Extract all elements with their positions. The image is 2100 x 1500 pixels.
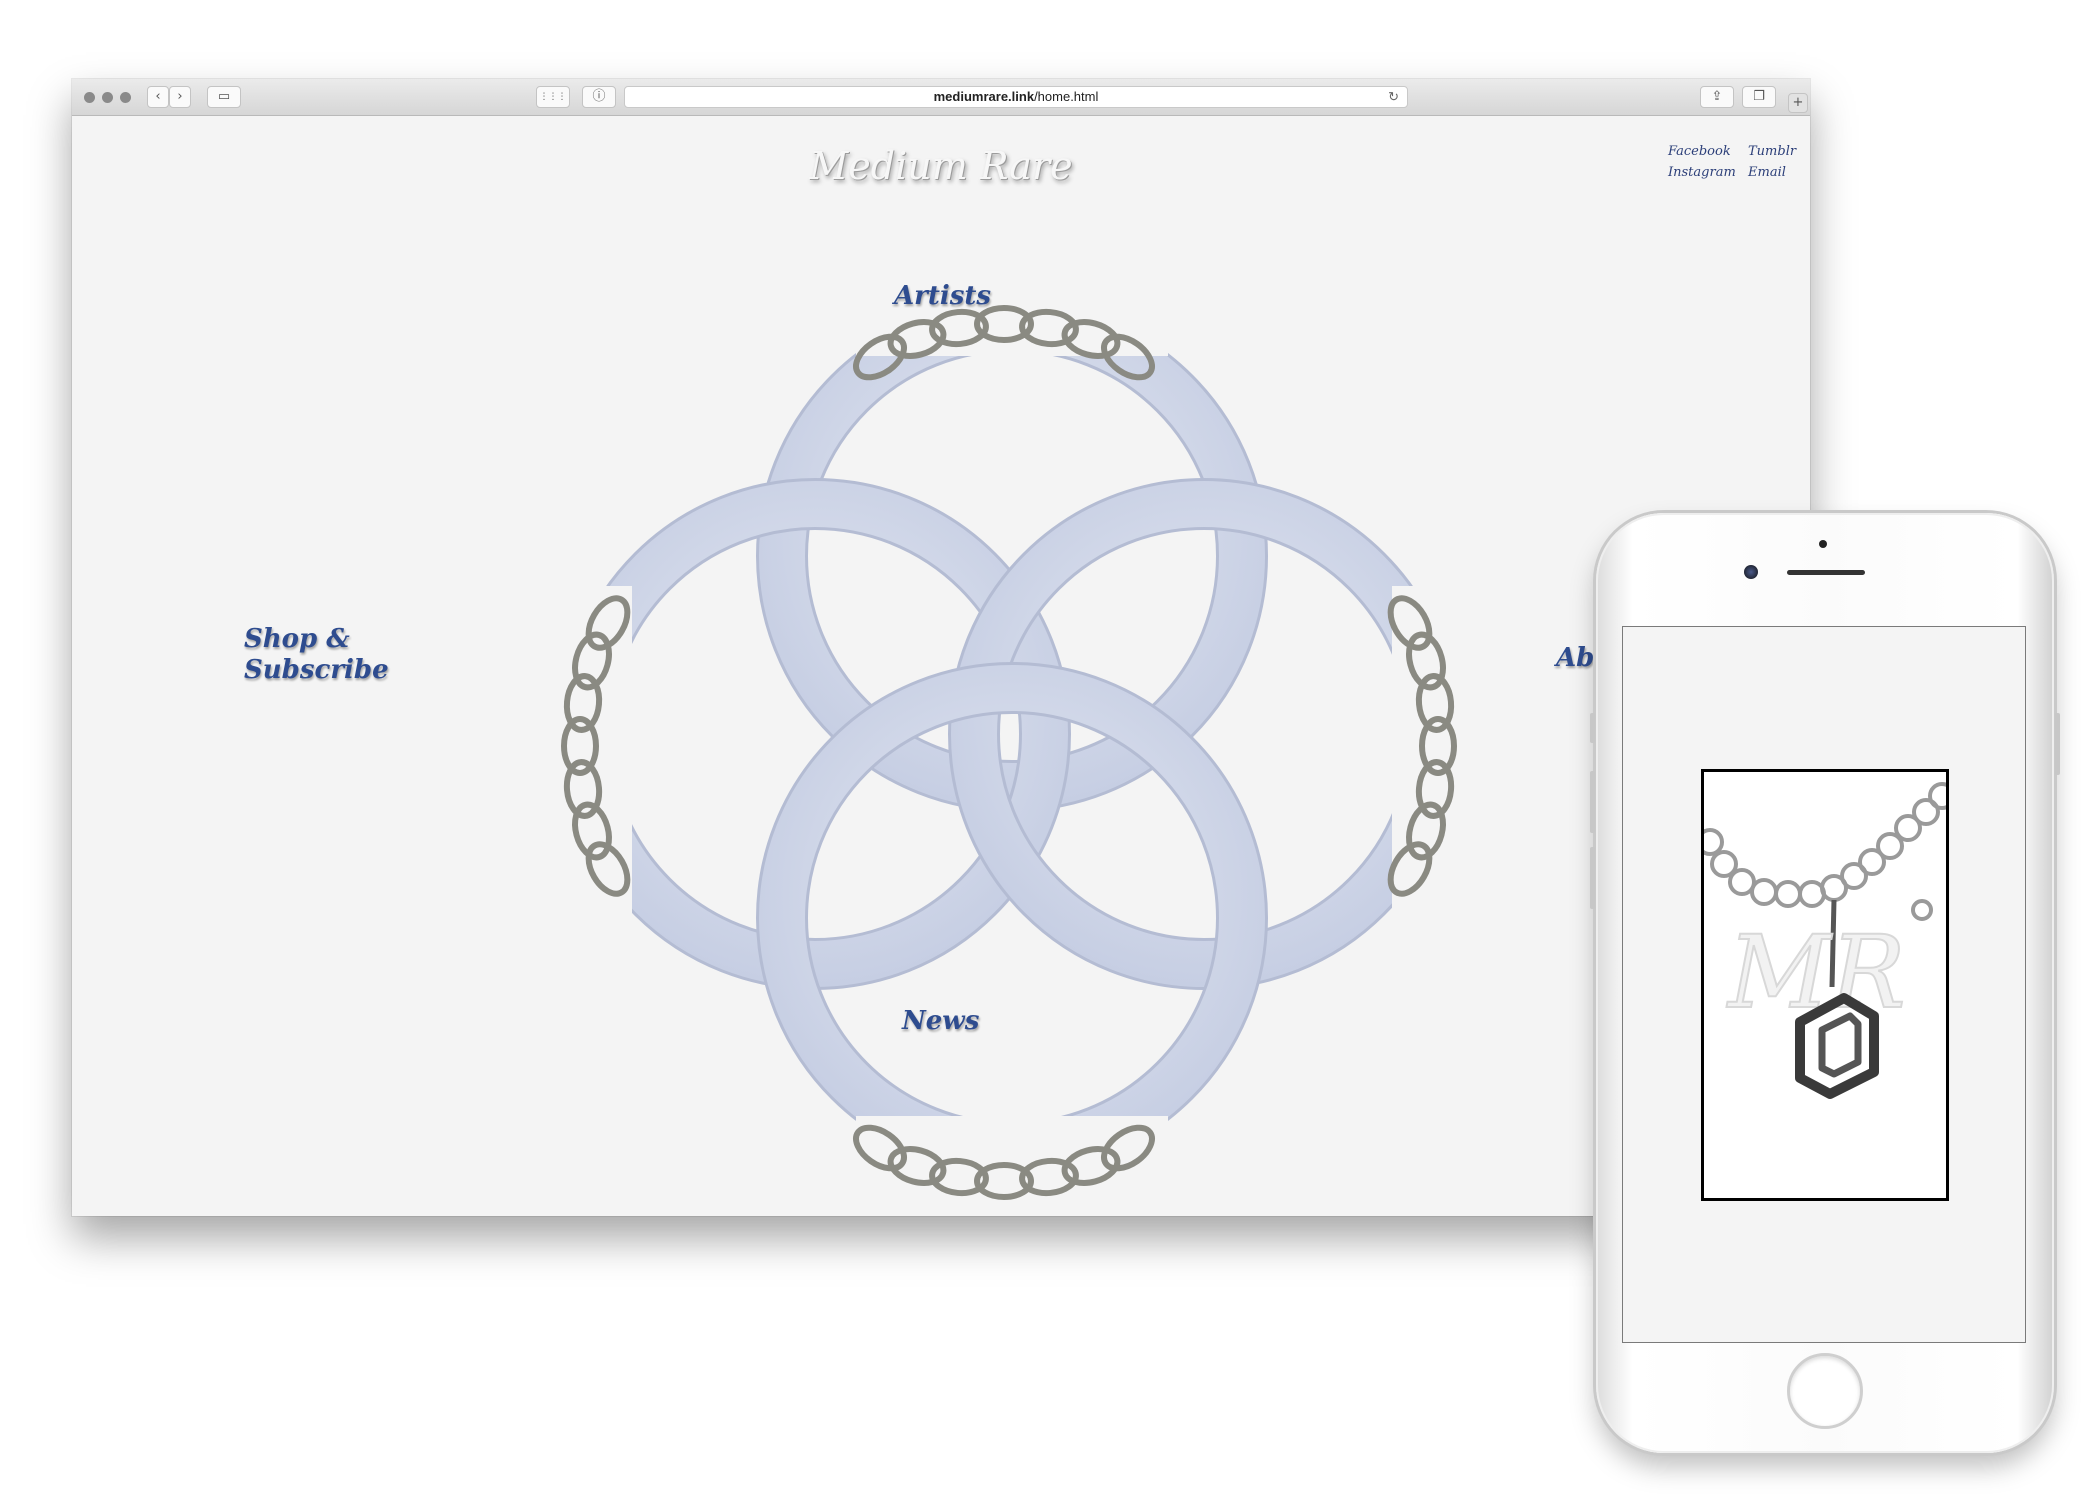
new-tab-button[interactable]: +	[1788, 93, 1808, 113]
scene: ‹ › ▭ ⋮⋮⋮ ⓘ mediumrare.link/home.html ↻ …	[0, 0, 2100, 1500]
chains	[561, 305, 1457, 1200]
minimize-window-button[interactable]	[102, 92, 113, 103]
back-button[interactable]: ‹	[147, 86, 169, 108]
nav-about[interactable]: Ab	[1556, 643, 1594, 673]
phone-device: MR	[1590, 513, 2060, 1453]
address-bar[interactable]: mediumrare.link/home.html ↻	[624, 86, 1408, 108]
power-button	[2055, 713, 2060, 775]
nav-news[interactable]: News	[902, 1006, 979, 1036]
tabs-icon: ❐	[1753, 89, 1765, 104]
chain-gaps	[552, 286, 1472, 1196]
browser-toolbar: ‹ › ▭ ⋮⋮⋮ ⓘ mediumrare.link/home.html ↻ …	[72, 79, 1810, 116]
volume-up-button	[1590, 771, 1595, 833]
url-host: mediumrare.link	[933, 89, 1035, 104]
tumblr-link[interactable]: Tumblr	[1748, 144, 1796, 159]
chevron-left-icon: ‹	[155, 89, 161, 104]
zoom-window-button[interactable]	[120, 92, 131, 103]
page-viewport: Medium Rare Facebook Tumblr Instagram Em…	[72, 116, 1810, 1216]
ring-top-face	[759, 303, 1265, 809]
earpiece-speaker	[1787, 570, 1865, 575]
home-button[interactable]	[1787, 1353, 1863, 1429]
chain-link	[1704, 828, 1724, 856]
share-button[interactable]: ⇪	[1700, 86, 1734, 108]
sidebar-icon: ▭	[217, 89, 231, 104]
proximity-sensor	[1819, 540, 1827, 548]
site-title[interactable]: Medium Rare	[72, 144, 1810, 188]
instagram-link[interactable]: Instagram	[1668, 165, 1736, 180]
email-link[interactable]: Email	[1748, 165, 1786, 180]
nav-shop-line1: Shop &	[244, 624, 350, 654]
share-icon: ⇪	[1711, 89, 1723, 104]
sidebar-button[interactable]: ▭	[207, 86, 241, 108]
ring-bottom-face	[759, 665, 1265, 1171]
nav-shop-line2: Subscribe	[244, 655, 389, 685]
chain-link	[1774, 880, 1802, 908]
close-window-button[interactable]	[84, 92, 95, 103]
phone-screen: MR	[1622, 626, 2026, 1343]
nav-artists[interactable]: Artists	[894, 281, 991, 311]
front-camera-icon	[1744, 565, 1758, 579]
chain-link	[1911, 899, 1933, 921]
chevron-right-icon: ›	[177, 89, 183, 104]
show-tabs-button[interactable]: ❐	[1742, 86, 1776, 108]
ring-emblem	[552, 286, 1472, 1200]
necklace-illustration: MR	[1704, 782, 1946, 1099]
browser-window: ‹ › ▭ ⋮⋮⋮ ⓘ mediumrare.link/home.html ↻ …	[72, 79, 1810, 1216]
site-info-button[interactable]: ⓘ	[582, 86, 616, 108]
facebook-link[interactable]: Facebook	[1668, 144, 1731, 159]
plus-icon: +	[1792, 95, 1804, 110]
mute-switch	[1590, 713, 1595, 743]
info-icon: ⓘ	[592, 89, 606, 104]
forward-button[interactable]: ›	[169, 86, 191, 108]
chain-link	[1750, 878, 1778, 906]
top-sites-button[interactable]: ⋮⋮⋮	[536, 86, 570, 108]
url-path: /home.html	[1034, 89, 1099, 104]
chain-link	[1928, 782, 1946, 810]
grid-icon: ⋮⋮⋮	[539, 92, 567, 102]
splash-image-card[interactable]: MR	[1701, 769, 1949, 1201]
nav-shop-subscribe[interactable]: Shop & Subscribe	[244, 624, 389, 686]
marble-rings	[559, 300, 1460, 1174]
reload-icon[interactable]: ↻	[1388, 87, 1399, 107]
volume-down-button	[1590, 847, 1595, 909]
